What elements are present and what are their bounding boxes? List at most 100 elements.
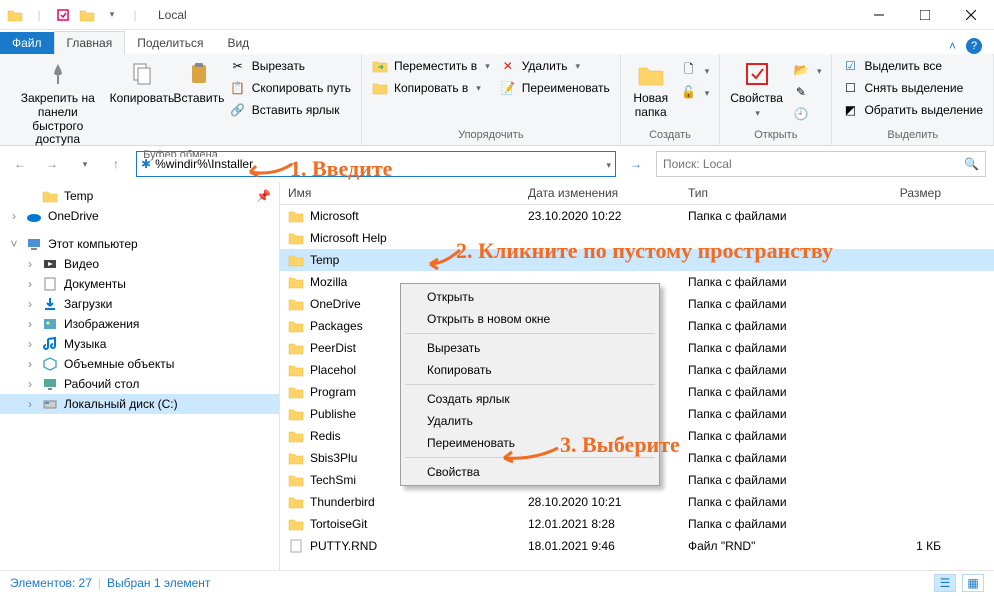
row-size	[870, 344, 950, 352]
tree-twisty-icon[interactable]: ›	[24, 257, 36, 271]
column-header-size[interactable]: Размер	[870, 182, 950, 204]
table-row[interactable]: PUTTY.RND18.01.2021 9:46Файл "RND"1 КБ	[280, 535, 994, 557]
select-all-button[interactable]: ☑Выделить все	[838, 56, 987, 76]
up-button[interactable]: ↑	[104, 152, 128, 176]
context-menu-item[interactable]: Свойства	[403, 461, 657, 483]
folder-icon[interactable]	[4, 4, 26, 26]
copy-path-button[interactable]: 📋Скопировать путь	[226, 78, 355, 98]
search-input[interactable]	[663, 157, 958, 171]
tree-node[interactable]: ›OneDrive	[0, 206, 279, 226]
column-header-date[interactable]: Дата изменения	[520, 182, 680, 204]
address-input[interactable]	[155, 157, 604, 171]
copy-to-button[interactable]: Копировать в	[368, 78, 494, 98]
row-type: Папка с файлами	[680, 359, 870, 381]
search-bar[interactable]: 🔍	[656, 151, 986, 177]
search-icon[interactable]: 🔍	[964, 157, 979, 171]
tree-node[interactable]: ›Загрузки	[0, 294, 279, 314]
context-menu-item[interactable]: Удалить	[403, 410, 657, 432]
navigation-tree[interactable]: Temp📌›OneDrive ˅Этот компьютер›Видео›Доку…	[0, 182, 280, 570]
tree-twisty-icon[interactable]: ›	[24, 357, 36, 371]
row-icon	[288, 362, 304, 378]
select-none-button[interactable]: ☐Снять выделение	[838, 78, 987, 98]
tree-node[interactable]: Temp📌	[0, 186, 279, 206]
properties-button[interactable]: Свойства	[726, 56, 787, 122]
row-type: Папка с файлами	[680, 425, 870, 447]
tree-node[interactable]: ›Локальный диск (C:)	[0, 394, 279, 414]
go-button[interactable]: →	[624, 152, 648, 176]
address-bar[interactable]: ✱	[136, 151, 616, 177]
tab-file[interactable]: Файл	[0, 32, 54, 54]
invert-selection-button[interactable]: ◩Обратить выделение	[838, 100, 987, 120]
history-button[interactable]: 🕘	[789, 104, 826, 124]
table-row[interactable]: Temp	[280, 249, 994, 271]
row-icon	[288, 494, 304, 510]
open-button[interactable]: 📂	[789, 60, 826, 80]
view-icons-button[interactable]: ▦	[962, 574, 984, 592]
table-row[interactable]: TortoiseGit12.01.2021 8:28Папка с файлам…	[280, 513, 994, 535]
tree-node[interactable]: ›Объемные объекты	[0, 354, 279, 374]
tree-twisty-icon[interactable]: ›	[24, 317, 36, 331]
rename-button[interactable]: 📝Переименовать	[496, 78, 614, 98]
history-dropdown[interactable]	[72, 152, 96, 176]
address-dropdown-icon[interactable]	[604, 157, 611, 171]
tree-twisty-icon[interactable]: ›	[24, 397, 36, 411]
maximize-button[interactable]	[902, 0, 948, 30]
easy-access-button[interactable]: 🔓	[677, 82, 714, 102]
row-size	[870, 300, 950, 308]
tab-home[interactable]: Главная	[54, 31, 126, 54]
tree-twisty-icon[interactable]: ›	[24, 297, 36, 311]
tree-twisty-icon[interactable]: ›	[8, 209, 20, 223]
row-name: Redis	[310, 429, 341, 443]
qat-new-folder-icon[interactable]	[76, 4, 98, 26]
qat-customize-icon[interactable]	[100, 4, 122, 26]
table-row[interactable]: Microsoft Help	[280, 227, 994, 249]
tree-node[interactable]: ›Музыка	[0, 334, 279, 354]
context-menu-item[interactable]: Открыть	[403, 286, 657, 308]
help-icon[interactable]: ?	[966, 38, 982, 54]
tree-node[interactable]: ›Изображения	[0, 314, 279, 334]
column-header-type[interactable]: Тип	[680, 182, 870, 204]
move-to-button[interactable]: Переместить в	[368, 56, 494, 76]
qat-properties-icon[interactable]	[52, 4, 74, 26]
new-item-button[interactable]: 🗋	[677, 60, 714, 80]
view-details-button[interactable]: ☰	[934, 574, 956, 592]
column-header-row: Имя Дата изменения Тип Размер	[280, 182, 994, 205]
minimize-button[interactable]	[856, 0, 902, 30]
tree-twisty-icon[interactable]: ›	[24, 377, 36, 391]
tab-share[interactable]: Поделиться	[125, 32, 215, 54]
close-button[interactable]	[948, 0, 994, 30]
table-row[interactable]: Thunderbird28.10.2020 10:21Папка с файла…	[280, 491, 994, 513]
tab-view[interactable]: Вид	[215, 32, 261, 54]
ribbon-collapse-icon[interactable]: ˄	[949, 39, 956, 53]
cut-button[interactable]: ✂Вырезать	[226, 56, 355, 76]
tree-node[interactable]: ›Документы	[0, 274, 279, 294]
new-folder-button[interactable]: Новая папка	[627, 56, 675, 122]
row-name: Sbis3Plu	[310, 451, 357, 465]
back-button[interactable]: ←	[8, 152, 32, 176]
tree-node[interactable]: ˅Этот компьютер	[0, 234, 279, 254]
ribbon-group-select: ☑Выделить все ☐Снять выделение ◩Обратить…	[832, 54, 994, 145]
copy-button[interactable]: Копировать	[112, 56, 173, 108]
edit-button[interactable]: ✎	[789, 82, 826, 102]
column-header-name[interactable]: Имя	[280, 182, 520, 204]
tree-twisty-icon[interactable]: ˅	[8, 237, 20, 251]
tree-twisty-icon[interactable]: ›	[24, 337, 36, 351]
row-name: Program	[310, 385, 356, 399]
context-menu-item[interactable]: Копировать	[403, 359, 657, 381]
tree-node[interactable]: ›Рабочий стол	[0, 374, 279, 394]
context-menu-item[interactable]: Открыть в новом окне	[403, 308, 657, 330]
paste-button[interactable]: Вставить	[174, 56, 223, 108]
tree-node[interactable]: ›Видео	[0, 254, 279, 274]
context-menu-item[interactable]: Создать ярлык	[403, 388, 657, 410]
context-menu-item[interactable]: Переименовать	[403, 432, 657, 454]
pin-to-quick-access-button[interactable]: Закрепить на панели быстрого доступа	[6, 56, 110, 149]
forward-button[interactable]: →	[40, 152, 64, 176]
table-row[interactable]: Microsoft23.10.2020 10:22Папка с файлами	[280, 205, 994, 227]
paste-shortcut-button[interactable]: 🔗Вставить ярлык	[226, 100, 355, 120]
delete-button[interactable]: ✕Удалить	[496, 56, 614, 76]
row-size	[870, 256, 950, 264]
tree-twisty-icon[interactable]: ›	[24, 277, 36, 291]
status-bar: Элементов: 27 | Выбран 1 элемент ☰ ▦	[0, 570, 994, 594]
row-type: Папка с файлами	[680, 271, 870, 293]
context-menu-item[interactable]: Вырезать	[403, 337, 657, 359]
